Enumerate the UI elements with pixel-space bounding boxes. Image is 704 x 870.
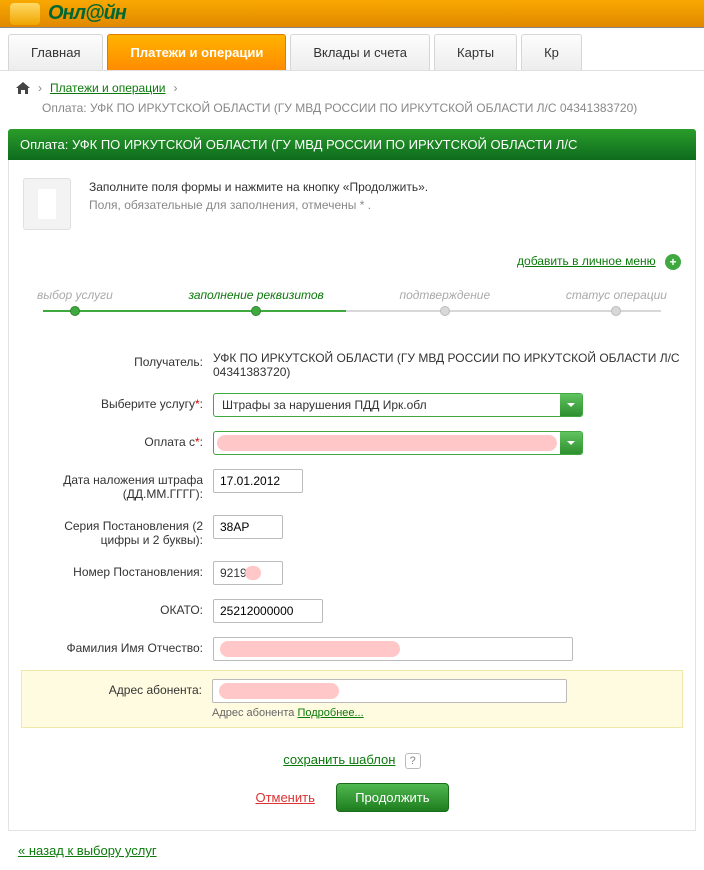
okato-label: ОКАТО: — [23, 599, 213, 617]
service-label: Выберите услугу — [101, 397, 195, 411]
instruction-secondary: Поля, обязательные для заполнения, отмеч… — [89, 196, 428, 214]
brand-name: Онл@йн — [48, 2, 126, 25]
chevron-down-icon — [560, 432, 582, 454]
step-fill-details: заполнение реквизитов — [188, 288, 323, 316]
topbar: Онл@йн — [0, 0, 704, 28]
plus-icon[interactable]: + — [665, 254, 681, 270]
main-nav: Главная Платежи и операции Вклады и счет… — [0, 28, 704, 71]
nav-tab-main[interactable]: Главная — [8, 34, 103, 70]
fine-date-input[interactable] — [213, 469, 303, 493]
step-confirm: подтверждение — [400, 288, 491, 316]
recipient-label: Получатель: — [23, 351, 213, 369]
home-icon[interactable] — [16, 82, 30, 94]
chevron-down-icon — [560, 394, 582, 416]
nav-tab-deposits[interactable]: Вклады и счета — [290, 34, 430, 70]
service-select[interactable]: Штрафы за нарушения ПДД Ирк.обл — [213, 393, 583, 417]
back-to-services-link[interactable]: « назад к выбору услуг — [18, 843, 157, 858]
chevron-right-icon: › — [38, 81, 42, 95]
breadcrumb-payments-link[interactable]: Платежи и операции — [50, 81, 166, 95]
redacted-icon — [245, 566, 261, 580]
address-details-link[interactable]: Подробнее... — [297, 707, 363, 719]
help-icon[interactable]: ? — [405, 753, 421, 769]
progress-stepper: выбор услуги заполнение реквизитов подтв… — [23, 288, 681, 322]
chevron-right-icon: › — [174, 81, 178, 95]
step-select-service: выбор услуги — [37, 288, 113, 316]
series-label: Серия Постановления (2 цифры и 2 буквы): — [23, 515, 213, 547]
step-status: статус операции — [566, 288, 667, 316]
fio-label: Фамилия Имя Отчество: — [23, 637, 213, 655]
redacted-icon — [219, 683, 339, 699]
resolution-number-input[interactable]: 9219 — [213, 561, 283, 585]
panel-body: Заполните поля формы и нажмите на кнопку… — [8, 160, 696, 831]
save-template-link[interactable]: сохранить шаблон — [283, 752, 395, 767]
logo-icon — [10, 3, 40, 25]
nav-tab-cards[interactable]: Карты — [434, 34, 517, 70]
instruction-primary: Заполните поля формы и нажмите на кнопку… — [89, 178, 428, 196]
panel-title: Оплата: УФК ПО ИРКУТСКОЙ ОБЛАСТИ (ГУ МВД… — [8, 129, 696, 160]
number-label: Номер Постановления: — [23, 561, 213, 579]
breadcrumb-current: Оплата: УФК ПО ИРКУТСКОЙ ОБЛАСТИ (ГУ МВД… — [0, 99, 704, 129]
nav-tab-payments[interactable]: Платежи и операции — [107, 34, 286, 70]
okato-input[interactable] — [213, 599, 323, 623]
service-select-value: Штрафы за нарушения ПДД Ирк.обл — [214, 394, 560, 416]
date-label: Дата наложения штрафа (ДД.ММ.ГГГГ): — [23, 469, 213, 501]
add-personal-menu-link[interactable]: добавить в личное меню — [517, 254, 656, 268]
address-hint-text: Адрес абонента — [212, 707, 297, 719]
continue-button[interactable]: Продолжить — [336, 783, 448, 812]
redacted-icon — [220, 641, 400, 657]
address-label: Адрес абонента: — [22, 679, 212, 697]
breadcrumb: › Платежи и операции › — [0, 71, 704, 99]
cancel-button[interactable]: Отменить — [255, 790, 314, 805]
series-input[interactable] — [213, 515, 283, 539]
payfrom-select-value — [217, 435, 557, 451]
payfrom-select[interactable] — [213, 431, 583, 455]
payfrom-label: Оплата с — [144, 435, 195, 449]
document-icon — [23, 178, 71, 230]
nav-tab-more[interactable]: Кр — [521, 34, 582, 70]
recipient-value: УФК ПО ИРКУТСКОЙ ОБЛАСТИ (ГУ МВД РОССИИ … — [213, 351, 681, 379]
address-input[interactable] — [212, 679, 567, 703]
fio-input[interactable] — [213, 637, 573, 661]
